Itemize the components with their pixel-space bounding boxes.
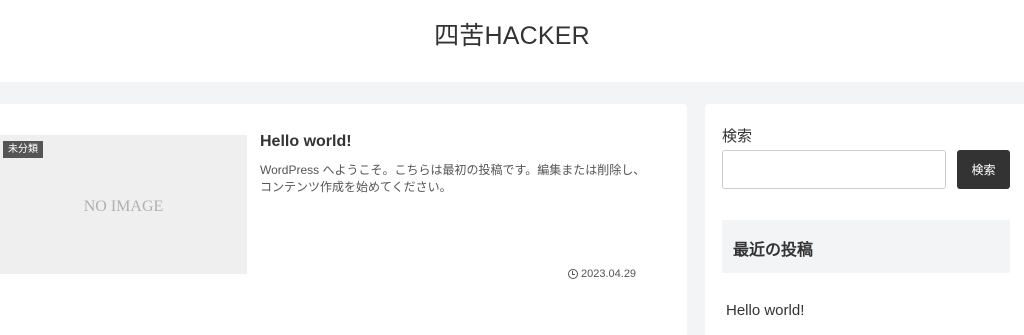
clock-icon [568,269,578,279]
search-button[interactable]: 検索 [957,150,1010,189]
recent-posts-header: 最近の投稿 [722,220,1010,273]
recent-posts-heading: 最近の投稿 [733,242,814,259]
search-input[interactable] [722,150,946,189]
post-date-text: 2023.04.29 [581,268,637,280]
search-widget-label: 検索 [722,128,753,145]
site-header: 四苦HACKER [0,0,1024,82]
category-badge: 未分類 [3,141,43,158]
recent-post-link[interactable]: Hello world! [726,302,804,319]
post-title-link[interactable]: Hello world! [260,133,352,151]
post-date: 2023.04.29 [568,268,636,280]
post-excerpt: WordPress へようこそ。こちらは最初の投稿です。編集または削除し、コンテ… [260,163,646,194]
site-title[interactable]: 四苦HACKER [0,16,1024,52]
